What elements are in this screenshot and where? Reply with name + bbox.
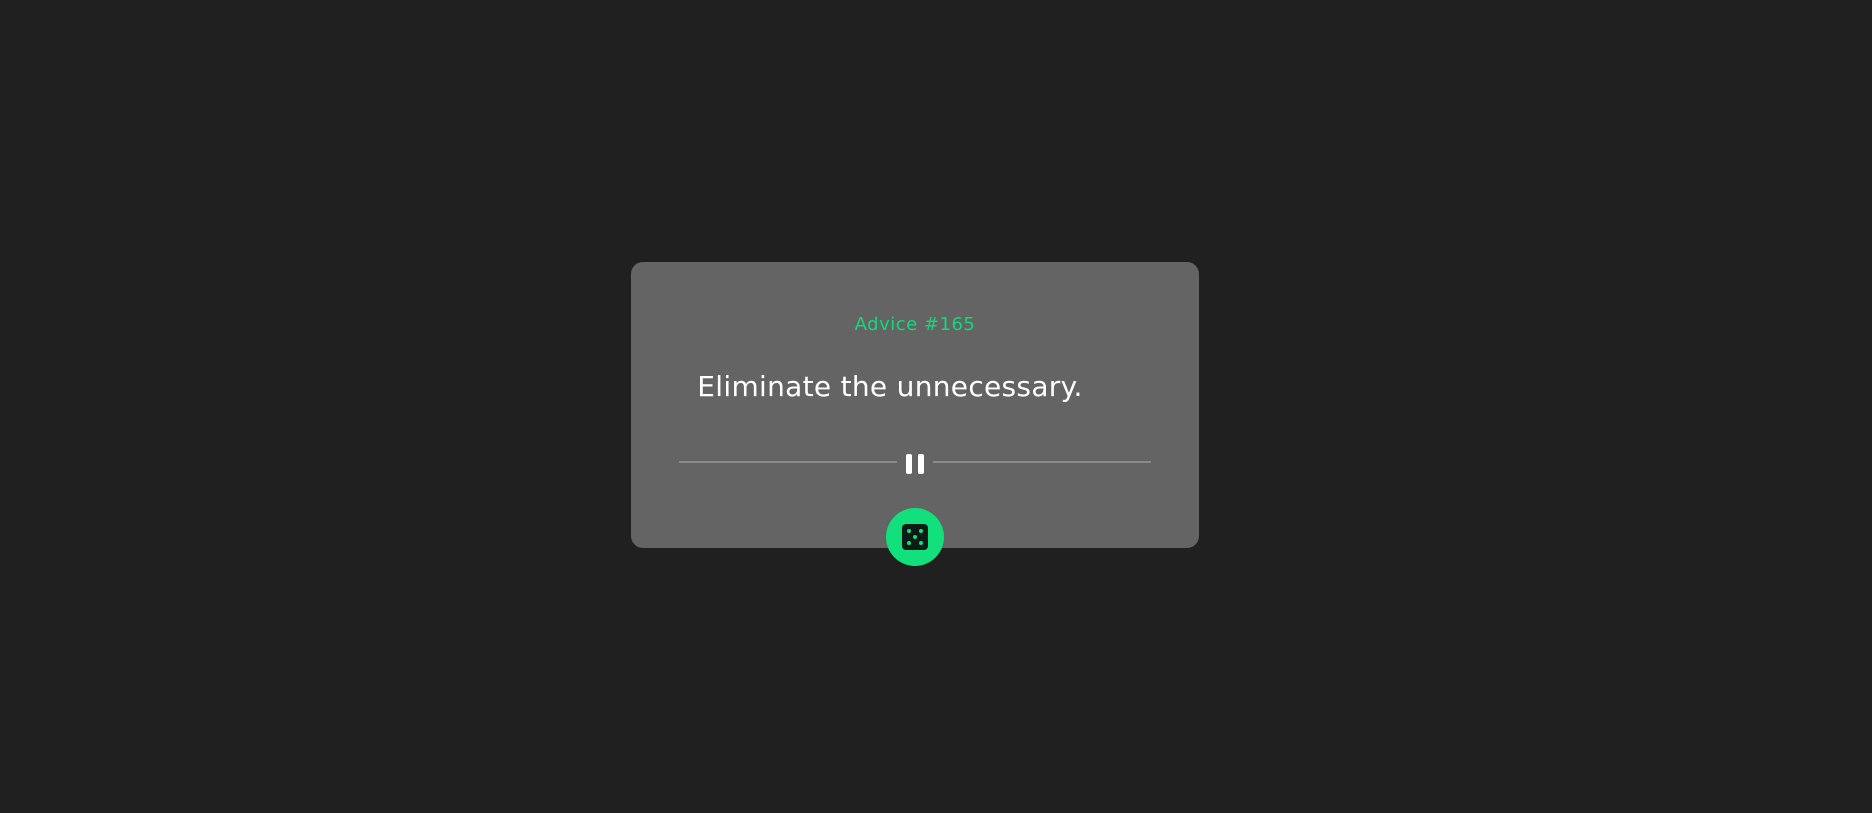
dice-pip [907,541,911,545]
pause-bar-left [906,454,912,474]
advice-id: Advice #165 [854,314,976,335]
divider-line-right [933,461,1151,463]
dice-pip [913,535,917,539]
divider [679,454,1151,474]
dice-pip [919,541,923,545]
pause-bar-right [918,454,924,474]
new-advice-button[interactable] [886,508,944,566]
advice-quote: Eliminate the unnecessary. [697,370,1083,403]
dice-icon [902,524,928,550]
dice-pip [907,529,911,533]
divider-line-left [679,461,897,463]
dice-pip [919,529,923,533]
pause-icon [906,454,924,474]
advice-card: Advice #165 Eliminate the unnecessary. [631,262,1199,566]
